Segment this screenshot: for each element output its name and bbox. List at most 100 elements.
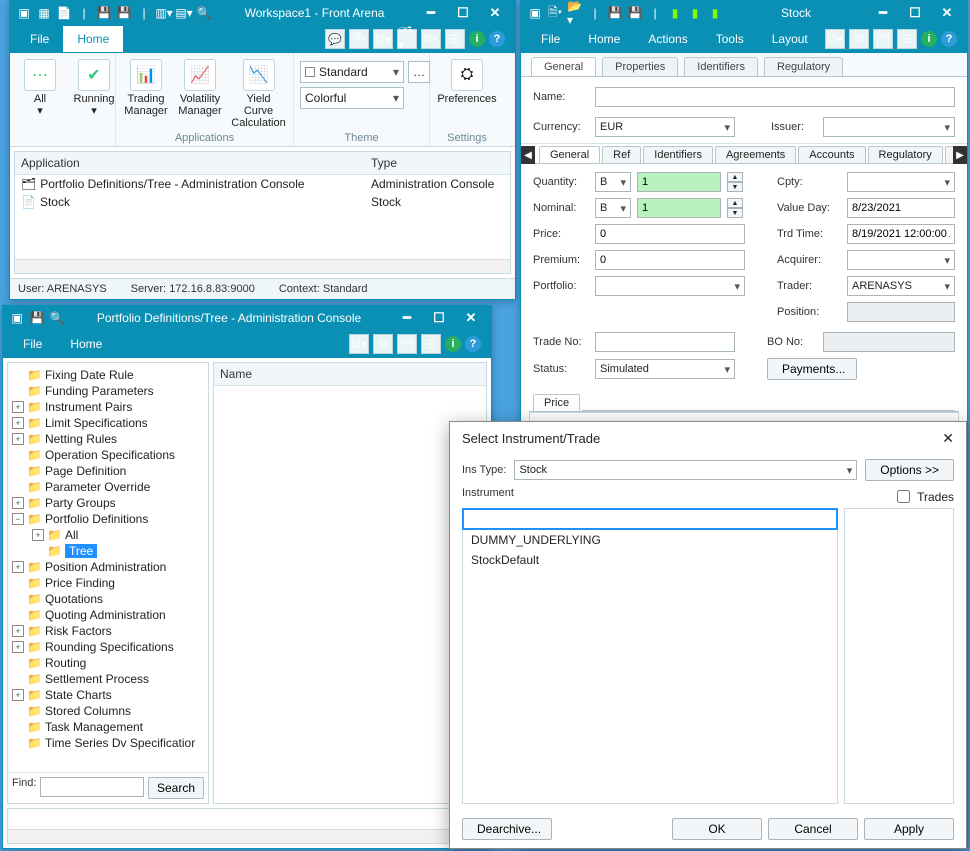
qat-green1-icon[interactable]: ▮	[667, 5, 683, 21]
qat-open-icon[interactable]: 📂▾	[567, 5, 583, 21]
instrument-list[interactable]: DUMMY_UNDERLYING StockDefault	[462, 530, 838, 804]
tab-ref[interactable]: Ref	[602, 146, 641, 163]
hscrollbar[interactable]	[15, 259, 510, 273]
menu-actions[interactable]: Actions	[634, 26, 701, 52]
qat-search-icon[interactable]: 🔍	[49, 310, 65, 326]
tree-node[interactable]: 📁Settlement Process	[10, 671, 206, 687]
minimize-button[interactable]: ━	[869, 3, 897, 23]
tree-node[interactable]: 📁Task Management	[10, 719, 206, 735]
qat-new-icon[interactable]: 🗎▾	[547, 5, 563, 21]
tree-node[interactable]: 📁Time Series Dv Specificatior	[10, 735, 206, 751]
menu-file[interactable]: File	[527, 26, 574, 52]
tab-identifiers-inner[interactable]: Identifiers	[643, 146, 713, 163]
menu-file[interactable]: File	[9, 331, 56, 357]
qat-grid-icon[interactable]: ▥▾	[156, 5, 172, 21]
tab-agreements[interactable]: Agreements	[715, 146, 796, 163]
tree-node[interactable]: 📁Operation Specifications	[10, 447, 206, 463]
expand-toggle[interactable]: +	[12, 625, 24, 637]
expand-toggle[interactable]: +	[12, 641, 24, 653]
toolbar-info-icon[interactable]: i	[921, 31, 937, 47]
close-button[interactable]: ✕	[457, 308, 485, 328]
toolbar-doc-icon[interactable]: 🗎▾	[349, 29, 369, 49]
quantity-side-select[interactable]: B▾	[595, 172, 631, 192]
ribbon-yield-curve-button[interactable]: 📉Yield Curve Calculation	[230, 57, 287, 131]
tree-node[interactable]: 📁Price Finding	[10, 575, 206, 591]
menu-tools[interactable]: Tools	[702, 26, 758, 52]
qat-green3-icon[interactable]: ▮	[707, 5, 723, 21]
expand-toggle[interactable]: +	[12, 417, 24, 429]
currency-select[interactable]: EUR▾	[595, 117, 735, 137]
toolbar-info-icon[interactable]: i	[469, 31, 485, 47]
trades-list[interactable]	[844, 508, 954, 804]
tab-accounts[interactable]: Accounts	[798, 146, 865, 163]
hscrollbar[interactable]	[8, 829, 486, 843]
price-input[interactable]	[595, 224, 745, 244]
col-header-name[interactable]: Name	[214, 363, 486, 386]
toolbar-copy-icon[interactable]: ⧉▾	[421, 29, 441, 49]
ribbon-preferences-button[interactable]: ⛭Preferences	[436, 57, 498, 107]
toolbar-tasks-icon[interactable]: ☑▾	[349, 334, 369, 354]
portfolio-select[interactable]: ▾	[595, 276, 745, 296]
tree-node-child[interactable]: +📁All	[10, 527, 206, 543]
theme-palette-select[interactable]: Colorful▾	[300, 87, 404, 109]
tree-node[interactable]: 📁Parameter Override	[10, 479, 206, 495]
tab-add[interactable]: Add...	[945, 146, 953, 163]
qat-list-icon[interactable]: ▤▾	[176, 5, 192, 21]
maximize-button[interactable]: ☐	[425, 308, 453, 328]
nominal-spin-down[interactable]: ▼	[727, 208, 743, 218]
acquirer-select[interactable]: ▾	[847, 250, 955, 270]
qat-save-icon[interactable]: 💾	[29, 310, 45, 326]
tradeno-input[interactable]	[595, 332, 735, 352]
toolbar-stack-icon[interactable]: ☰	[445, 29, 465, 49]
premium-input[interactable]	[595, 250, 745, 270]
minimize-button[interactable]: ━	[417, 3, 445, 23]
col-header-application[interactable]: Application	[15, 152, 365, 175]
quantity-spin-down[interactable]: ▼	[727, 182, 743, 192]
menu-home[interactable]: Home	[574, 26, 634, 52]
ribbon-running-button[interactable]: ✔ Running▾	[70, 57, 118, 119]
modal-close-button[interactable]: ✕	[942, 430, 954, 447]
tree-node[interactable]: 📁Fixing Date Rule	[10, 367, 206, 383]
cpty-select[interactable]: ▾	[847, 172, 955, 192]
tab-properties[interactable]: Properties	[602, 57, 678, 76]
toolbar-stack-icon[interactable]: ☰	[421, 334, 441, 354]
maximize-button[interactable]: ☐	[901, 3, 929, 23]
col-header-type[interactable]: Type	[365, 152, 510, 175]
tree-node[interactable]: 📁Routing	[10, 655, 206, 671]
toolbar-tasks-icon[interactable]: ☑▾	[373, 29, 393, 49]
toolbar-layers-icon[interactable]: 🗂	[873, 29, 893, 49]
tree-node[interactable]: 📁Quotations	[10, 591, 206, 607]
tab-scroll-left[interactable]: ◀	[521, 146, 535, 164]
ins-type-select[interactable]: Stock▾	[514, 460, 857, 480]
list-item[interactable]: DUMMY_UNDERLYING	[463, 530, 837, 550]
trdtime-input[interactable]	[847, 224, 955, 244]
expand-toggle[interactable]: +	[12, 561, 24, 573]
tree-node[interactable]: 📁Page Definition	[10, 463, 206, 479]
qat-saveall-icon[interactable]: 💾	[116, 5, 132, 21]
name-input[interactable]	[595, 87, 955, 107]
tree-node[interactable]: +📁State Charts	[10, 687, 206, 703]
app-list-row[interactable]: 🗂Portfolio Definitions/Tree - Administra…	[15, 175, 510, 193]
tree-node[interactable]: +📁Party Groups	[10, 495, 206, 511]
search-button[interactable]: Search	[148, 777, 204, 799]
tree-node[interactable]: −📁Portfolio Definitions	[10, 511, 206, 527]
toolbar-help-icon[interactable]: ?	[465, 336, 481, 352]
menu-home[interactable]: Home	[56, 331, 116, 357]
app-list-row[interactable]: 📄Stock Stock	[15, 193, 510, 211]
tab-regulatory-inner[interactable]: Regulatory	[868, 146, 943, 163]
close-button[interactable]: ✕	[481, 3, 509, 23]
expand-toggle[interactable]: −	[12, 513, 24, 525]
issuer-select[interactable]: ▾	[823, 117, 955, 137]
qat-open-icon[interactable]: 📄	[56, 5, 72, 21]
qat-saveas-icon[interactable]: 💾	[627, 5, 643, 21]
toolbar-chat-icon[interactable]: 💬	[325, 29, 345, 49]
theme-more-button[interactable]: …	[408, 61, 430, 83]
toolbar-tasks-icon[interactable]: ☑▾	[825, 29, 845, 49]
payments-button[interactable]: Payments...	[767, 358, 857, 380]
dearchive-button[interactable]: Dearchive...	[462, 818, 552, 840]
list-item[interactable]: StockDefault	[463, 550, 837, 570]
toolbar-layers-icon[interactable]: 🗂	[397, 334, 417, 354]
tab-identifiers[interactable]: Identifiers	[684, 57, 758, 76]
admin-tree[interactable]: 📁Fixing Date Rule📁Funding Parameters+📁In…	[8, 363, 208, 772]
maximize-button[interactable]: ☐	[449, 3, 477, 23]
